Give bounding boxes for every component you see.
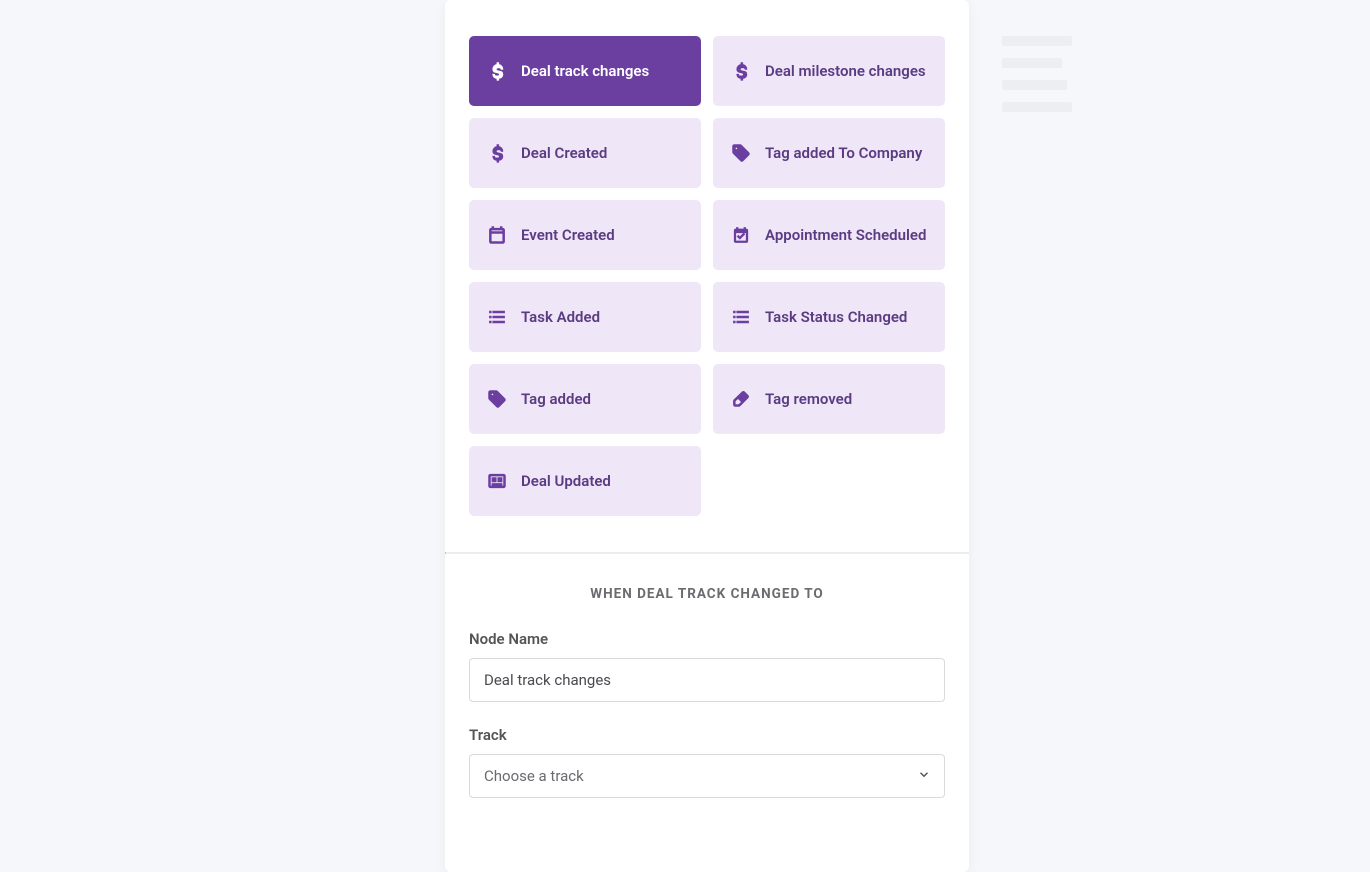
trigger-label: Tag removed [765, 390, 929, 408]
dollar-icon [729, 59, 753, 83]
trigger-label: Task Status Changed [765, 308, 929, 326]
node-name-input[interactable] [469, 658, 945, 702]
trigger-tag-removed[interactable]: Tag removed [713, 364, 945, 434]
checklist-icon [729, 305, 753, 329]
trigger-tag-added[interactable]: Tag added [469, 364, 701, 434]
trigger-label: Deal Updated [521, 472, 685, 490]
eraser-icon [729, 387, 753, 411]
tag-icon [729, 141, 753, 165]
trigger-deal-track-changes[interactable]: Deal track changes [469, 36, 701, 106]
trigger-config-panel: Deal track changes Deal milestone change… [445, 0, 969, 872]
track-label: Track [469, 726, 945, 744]
trigger-deal-updated[interactable]: Deal Updated [469, 446, 701, 516]
trigger-tag-added-company[interactable]: Tag added To Company [713, 118, 945, 188]
dollar-icon [485, 141, 509, 165]
trigger-appointment-scheduled[interactable]: Appointment Scheduled [713, 200, 945, 270]
trigger-deal-created[interactable]: Deal Created [469, 118, 701, 188]
dollar-icon [485, 59, 509, 83]
track-group: Track Choose a track [469, 726, 945, 798]
trigger-form-section: WHEN DEAL TRACK CHANGED TO Node Name Tra… [445, 554, 969, 832]
trigger-label: Task Added [521, 308, 685, 326]
trigger-deal-milestone-changes[interactable]: Deal milestone changes [713, 36, 945, 106]
node-name-label: Node Name [469, 630, 945, 648]
trigger-label: Tag added To Company [765, 144, 929, 162]
node-name-group: Node Name [469, 630, 945, 702]
trigger-label: Deal Created [521, 144, 685, 162]
trigger-label: Tag added [521, 390, 685, 408]
trigger-type-grid: Deal track changes Deal milestone change… [445, 0, 969, 552]
tag-icon [485, 387, 509, 411]
form-heading: WHEN DEAL TRACK CHANGED TO [469, 586, 945, 602]
trigger-event-created[interactable]: Event Created [469, 200, 701, 270]
checklist-icon [485, 305, 509, 329]
trigger-label: Deal track changes [521, 62, 685, 80]
appointment-icon [729, 223, 753, 247]
trigger-task-status-changed[interactable]: Task Status Changed [713, 282, 945, 352]
trigger-label: Appointment Scheduled [765, 226, 929, 244]
track-select[interactable]: Choose a track [469, 754, 945, 798]
trigger-task-added[interactable]: Task Added [469, 282, 701, 352]
trigger-label: Deal milestone changes [765, 62, 929, 80]
trigger-label: Event Created [521, 226, 685, 244]
news-icon [485, 469, 509, 493]
background-placeholder-lines [1002, 36, 1072, 124]
calendar-icon [485, 223, 509, 247]
